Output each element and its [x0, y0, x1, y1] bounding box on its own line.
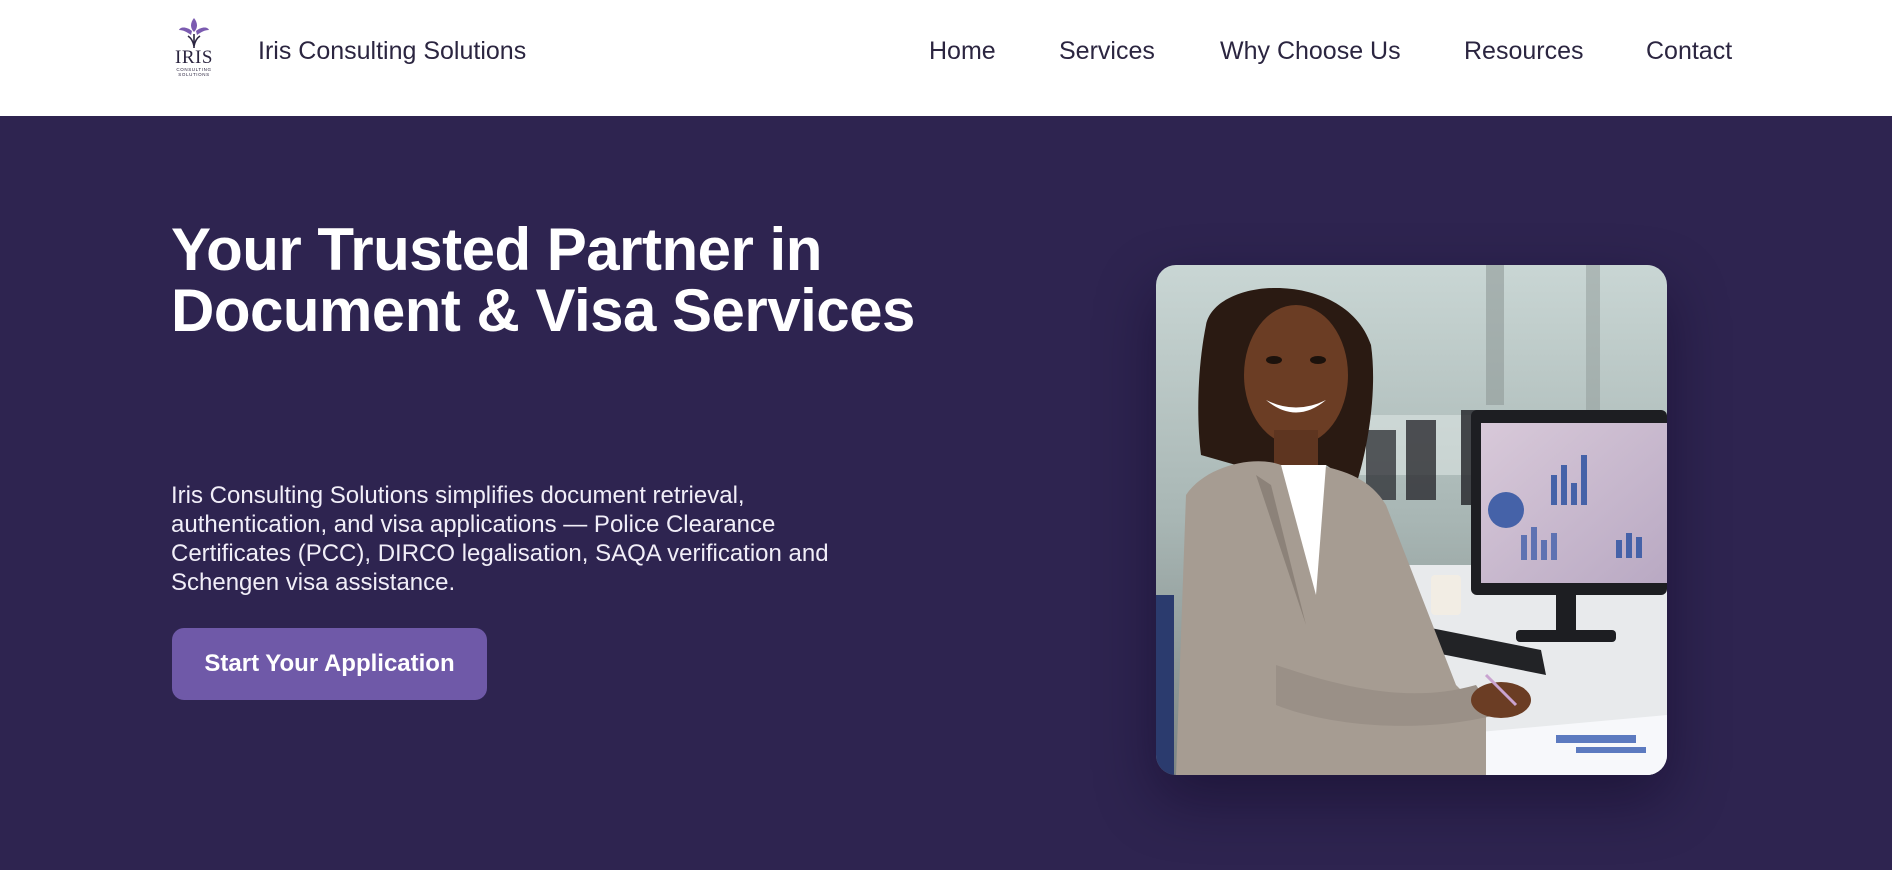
office-woman-illustration: [1156, 265, 1667, 775]
nav-why-choose-us[interactable]: Why Choose Us: [1220, 36, 1401, 66]
nav-services[interactable]: Services: [1059, 36, 1155, 66]
hero-description: Iris Consulting Solutions simplifies doc…: [171, 482, 829, 596]
main-nav: Home Services Why Choose Us Resources Co…: [0, 36, 1892, 68]
nav-home[interactable]: Home: [929, 36, 996, 66]
nav-contact[interactable]: Contact: [1646, 36, 1732, 66]
top-navbar: IRIS CONSULTING SOLUTIONS Iris Consultin…: [0, 0, 1892, 116]
hero-headline: Your Trusted Partner in Document & Visa …: [171, 219, 971, 341]
hero-photo: [1156, 265, 1667, 775]
hero-headline-line-2: Document & Visa Services: [171, 277, 915, 344]
hero-headline-line-1: Your Trusted Partner in: [171, 216, 822, 283]
start-application-button[interactable]: Start Your Application: [172, 628, 487, 700]
logo-subtitle-2: SOLUTIONS: [178, 72, 210, 77]
nav-resources[interactable]: Resources: [1464, 36, 1584, 66]
